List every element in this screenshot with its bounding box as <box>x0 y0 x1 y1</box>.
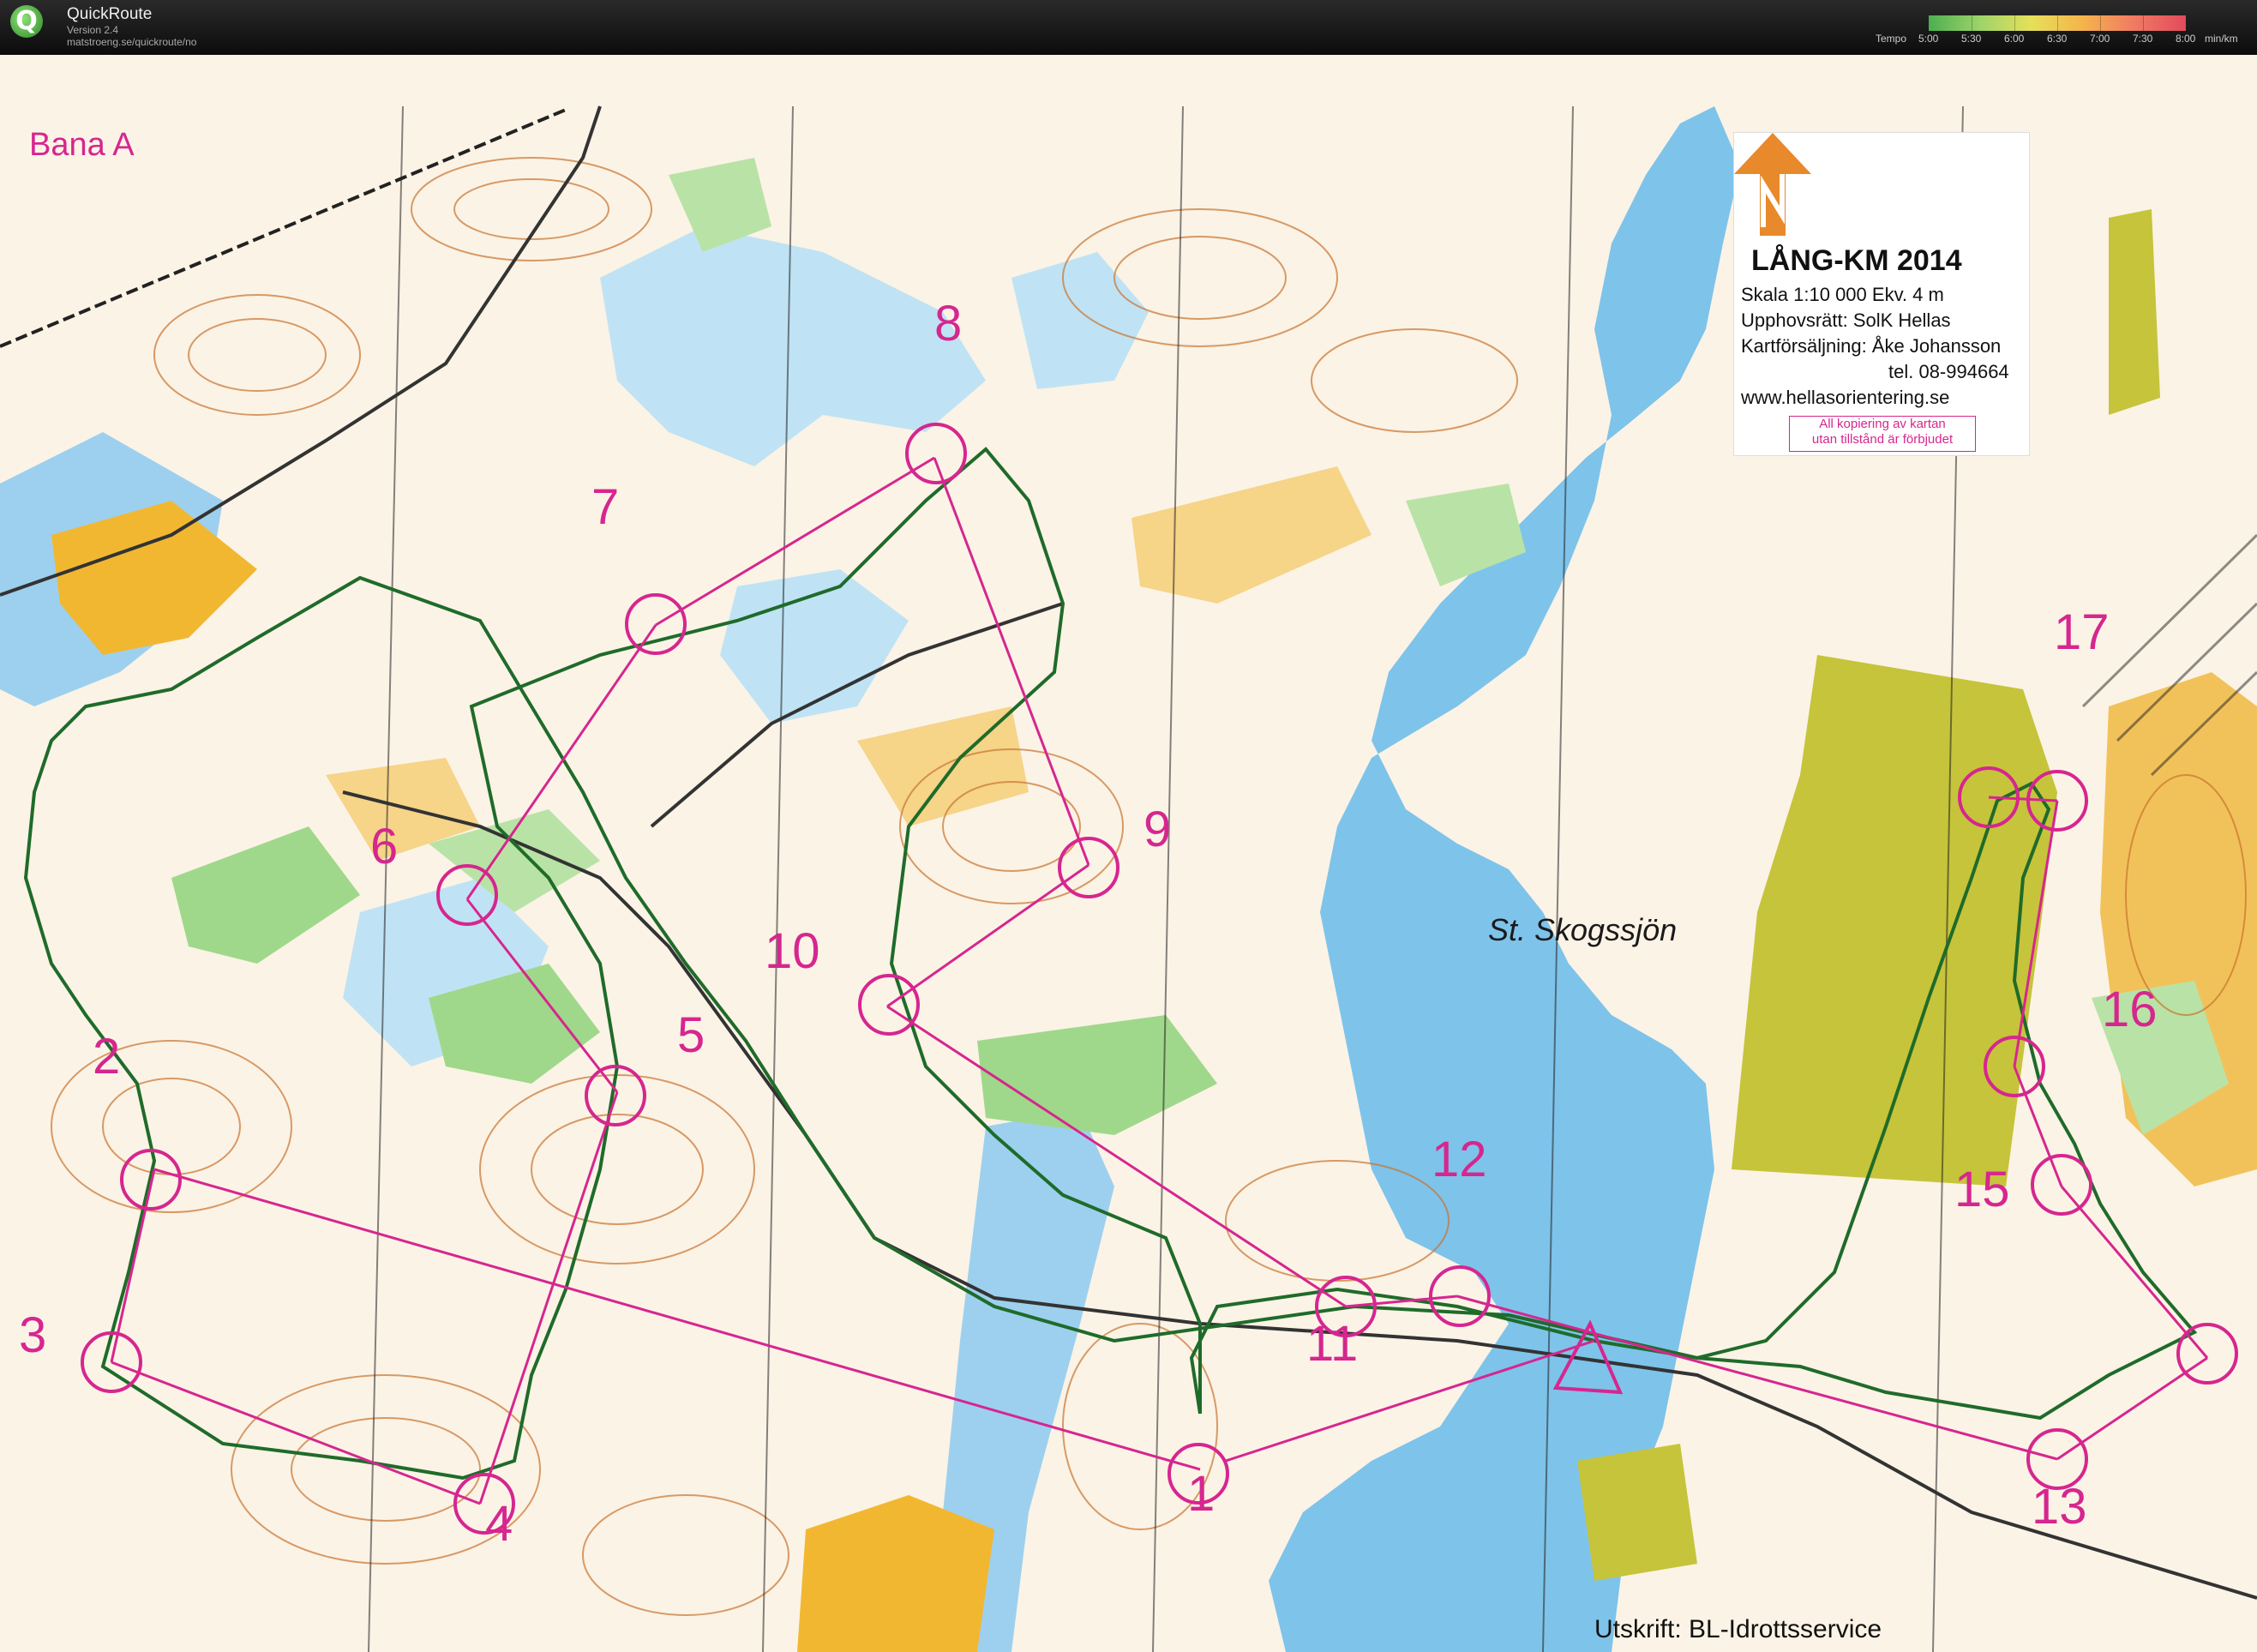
control-number-11: 11 <box>1306 1316 1359 1372</box>
legend-phone: tel. 08-994664 <box>1888 361 2009 382</box>
control-number-9: 9 <box>1144 802 1172 857</box>
control-number-13: 13 <box>2032 1479 2087 1535</box>
app-name: QuickRoute <box>67 5 153 23</box>
lake-shape <box>1269 106 1740 1652</box>
lake-name: St. Skogssjön <box>1488 912 1678 947</box>
print-credit: Utskrift: BL-Idrottsservice <box>1594 1615 1882 1643</box>
legend-sales: Kartförsäljning: Åke Johansson <box>1741 335 2002 357</box>
course-name: Bana A <box>29 127 135 163</box>
legend-warning-line2: utan tillstånd är förbjudet <box>1811 432 1954 447</box>
legend-copyright: Upphovsrätt: SolK Hellas <box>1741 309 1951 331</box>
control-number-7: 7 <box>591 479 620 535</box>
north-arrow-icon <box>1734 133 1811 236</box>
app-version: Version 2.4 <box>67 24 119 36</box>
tempo-label-prefix: Tempo <box>1876 33 1907 45</box>
tempo-label: 7:00 <box>2090 33 2110 45</box>
control-circle-8 <box>905 423 967 484</box>
tempo-label: 5:00 <box>1918 33 1939 45</box>
tempo-scale-labels: Tempo 5:00 5:30 6:00 6:30 7:00 7:30 8:00… <box>1869 33 2246 48</box>
title-bar: Q QuickRoute Version 2.4 matstroeng.se/q… <box>0 0 2257 55</box>
control-number-3: 3 <box>19 1307 47 1363</box>
control-number-15: 15 <box>1954 1162 2010 1217</box>
tempo-label: 5:30 <box>1961 33 1982 45</box>
control-circle-9 <box>1058 837 1119 898</box>
orienteering-map[interactable]: Bana A St. Skogssjön Utskrift: BL-Idrott… <box>0 55 2257 1652</box>
control-number-8: 8 <box>934 296 963 351</box>
control-number-6: 6 <box>370 819 399 874</box>
control-number-4: 4 <box>485 1496 513 1552</box>
control-number-16: 16 <box>2102 982 2158 1037</box>
app-url: matstroeng.se/quickroute/no <box>67 36 197 48</box>
control-number-10: 10 <box>765 923 820 979</box>
control-number-1: 1 <box>1187 1466 1216 1522</box>
tempo-unit: min/km <box>2205 33 2238 45</box>
control-number-12: 12 <box>1432 1132 1487 1187</box>
legend-warning-line1: All kopiering av kartan <box>1819 417 1946 431</box>
control-number-17: 17 <box>2054 604 2110 660</box>
tempo-label: 6:30 <box>2047 33 2068 45</box>
legend-web: www.hellasorientering.se <box>1741 387 1950 408</box>
legend-scale: Skala 1:10 000 Ekv. 4 m <box>1741 284 1944 305</box>
quickroute-logo-icon: Q <box>10 5 43 38</box>
legend-copy-warning: All kopiering av kartan utan tillstånd ä… <box>1789 416 1976 452</box>
tempo-label: 6:00 <box>2004 33 2025 45</box>
tempo-label: 7:30 <box>2133 33 2153 45</box>
tempo-label: 8:00 <box>2176 33 2196 45</box>
control-number-2: 2 <box>93 1029 121 1084</box>
tempo-color-scale <box>1929 15 2186 31</box>
legend-title: LÅNG-KM 2014 <box>1751 244 1962 277</box>
map-legend: LÅNG-KM 2014 Skala 1:10 000 Ekv. 4 m Upp… <box>1733 132 2030 456</box>
control-number-5: 5 <box>677 1007 705 1063</box>
